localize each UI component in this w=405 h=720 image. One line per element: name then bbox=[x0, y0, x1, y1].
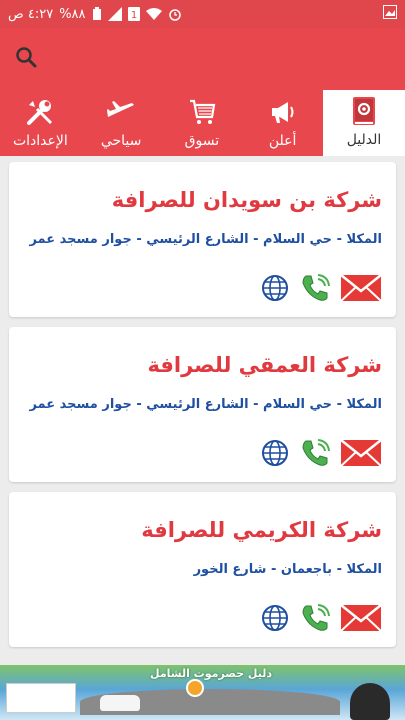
email-icon[interactable] bbox=[340, 603, 382, 633]
ad-banner[interactable]: دليل حضرموت الشامل bbox=[0, 665, 405, 720]
tab-label: تسوق bbox=[184, 133, 220, 149]
battery-icon bbox=[92, 7, 102, 21]
airplane-icon bbox=[106, 97, 136, 127]
status-left: ٤:٢٧ ص %٨٨ 1 bbox=[8, 7, 182, 22]
tab-label: أعلن bbox=[268, 133, 297, 149]
banner-title: دليل حضرموت الشامل bbox=[150, 667, 272, 680]
company-name: شركة الكريمي للصرافة bbox=[141, 518, 382, 542]
tools-icon bbox=[25, 97, 55, 127]
banner-logo bbox=[6, 683, 76, 713]
email-icon[interactable] bbox=[340, 273, 382, 303]
card-actions bbox=[260, 603, 382, 633]
tab-label: الدليل bbox=[346, 131, 382, 148]
megaphone-icon bbox=[268, 97, 298, 127]
tab-guide[interactable]: الدليل bbox=[323, 90, 405, 156]
location-pin-icon bbox=[186, 679, 204, 697]
company-name: شركة العمقي للصرافة bbox=[147, 353, 382, 377]
tab-advertise[interactable]: أعلن bbox=[242, 90, 323, 156]
wifi-icon bbox=[145, 7, 162, 21]
cart-icon bbox=[187, 97, 217, 127]
svg-text:1: 1 bbox=[130, 10, 136, 21]
company-address: المكلا - حي السلام - الشارع الرئيسي - جو… bbox=[29, 232, 382, 247]
status-time: ٤:٢٧ ص bbox=[8, 6, 54, 22]
company-address: المكلا - باجعمان - شارع الخور bbox=[193, 562, 382, 577]
alarm-icon bbox=[168, 7, 182, 21]
sim-icon: 1 bbox=[127, 7, 140, 21]
card-actions bbox=[260, 273, 382, 303]
search-icon[interactable] bbox=[14, 45, 38, 73]
status-battery: %٨٨ bbox=[59, 6, 86, 22]
banner-person-image bbox=[350, 683, 390, 720]
globe-icon[interactable] bbox=[260, 438, 290, 468]
app-bar bbox=[0, 28, 405, 90]
signal-icon bbox=[107, 7, 122, 21]
banner-car-image bbox=[100, 695, 140, 711]
company-address: المكلا - حي السلام - الشارع الرئيسي - جو… bbox=[29, 397, 382, 412]
globe-icon[interactable] bbox=[260, 603, 290, 633]
phone-icon[interactable] bbox=[300, 438, 330, 468]
company-name: شركة بن سويدان للصرافة bbox=[111, 188, 382, 212]
company-card[interactable]: شركة الكريمي للصرافة المكلا - باجعمان - … bbox=[9, 492, 396, 647]
tab-settings[interactable]: الإعدادات bbox=[0, 90, 81, 156]
email-icon[interactable] bbox=[340, 438, 382, 468]
company-card[interactable]: شركة بن سويدان للصرافة المكلا - حي السلا… bbox=[9, 162, 396, 317]
phone-icon[interactable] bbox=[300, 603, 330, 633]
tab-bar: الإعدادات سياحي تسوق أعلن الدليل bbox=[0, 90, 405, 156]
guide-book-icon bbox=[351, 96, 377, 126]
company-list: شركة بن سويدان للصرافة المكلا - حي السلا… bbox=[0, 156, 405, 647]
card-actions bbox=[260, 438, 382, 468]
company-card[interactable]: شركة العمقي للصرافة المكلا - حي السلام -… bbox=[9, 327, 396, 482]
globe-icon[interactable] bbox=[260, 273, 290, 303]
gallery-icon bbox=[383, 5, 397, 23]
tab-label: سياحي bbox=[100, 133, 142, 149]
tab-label: الإعدادات bbox=[12, 133, 68, 149]
status-bar: ٤:٢٧ ص %٨٨ 1 bbox=[0, 0, 405, 28]
phone-icon[interactable] bbox=[300, 273, 330, 303]
tab-tourism[interactable]: سياحي bbox=[81, 90, 162, 156]
tab-shopping[interactable]: تسوق bbox=[162, 90, 243, 156]
